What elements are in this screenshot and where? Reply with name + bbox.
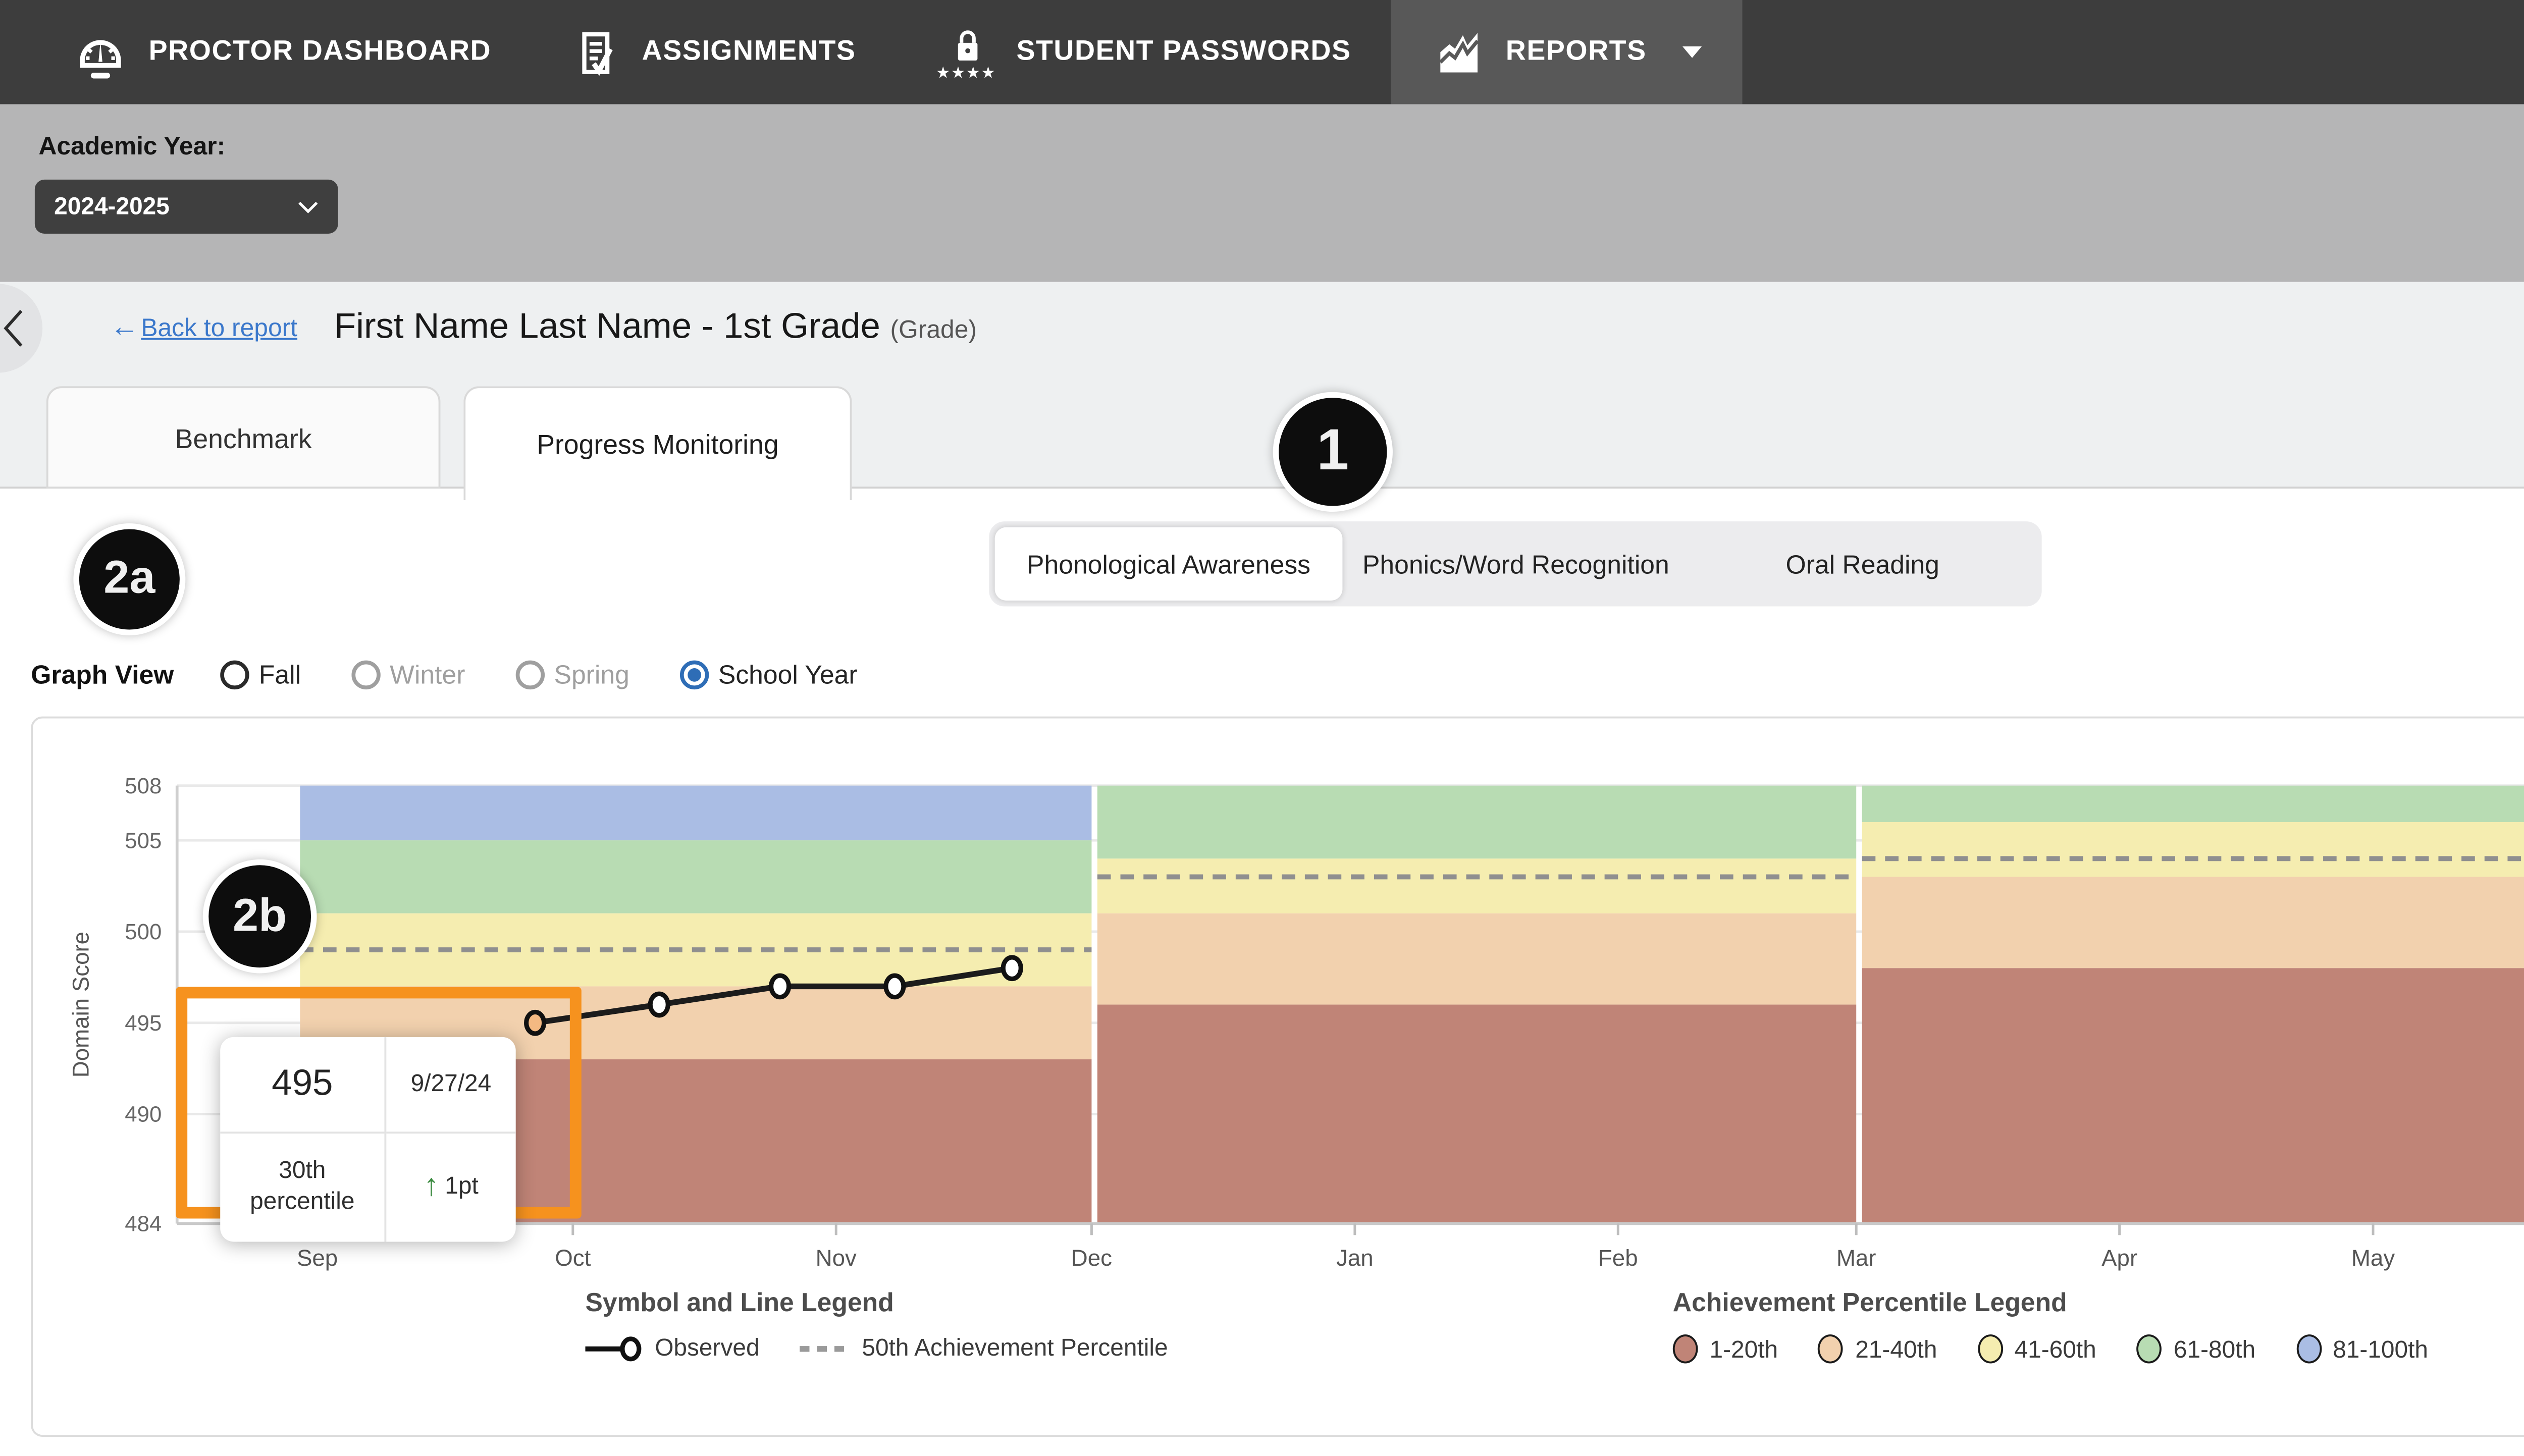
tooltip-change-value: 1pt (445, 1172, 479, 1203)
svg-text:Apr: Apr (2101, 1245, 2137, 1271)
clipboard-check-icon (572, 25, 622, 79)
symbol-line-legend: Symbol and Line Legend Observed 50th Ach… (585, 1288, 1168, 1361)
top-nav: PROCTOR DASHBOARD ASSIGNMENTS (0, 0, 2524, 104)
svg-text:505: 505 (125, 828, 162, 853)
academic-year-select[interactable]: 2024-2025 (35, 180, 338, 234)
nav-label: PROCTOR DASHBOARD (149, 37, 492, 68)
data-point-tooltip: 495 9/27/24 30th percentile ↑1pt (220, 1037, 515, 1242)
radio-circle (515, 660, 544, 688)
dashed-line-icon (800, 1345, 850, 1351)
radio-winter[interactable]: Winter (351, 660, 465, 688)
grade-suffix: (Grade) (890, 315, 977, 344)
svg-text:Oct: Oct (555, 1245, 591, 1271)
svg-text:495: 495 (125, 1011, 162, 1036)
radio-label: Winter (390, 660, 465, 688)
legend-item-observed: Observed (585, 1334, 759, 1362)
percentile-color-swatch (1978, 1334, 2003, 1363)
percentile-legend-item: 1-20th (1673, 1334, 1778, 1363)
app-root: PROCTOR DASHBOARD ASSIGNMENTS (0, 0, 2524, 1456)
area-chart-icon (1432, 25, 1486, 79)
svg-text:Dec: Dec (1071, 1245, 1112, 1271)
graph-view-row: Graph View Fall Winter Spring School Yea… (31, 649, 908, 699)
svg-text:May: May (2351, 1245, 2395, 1271)
academic-year-value: 2024-2025 (54, 193, 170, 221)
percentile-legend-label: 41-60th (2015, 1335, 2096, 1363)
svg-text:Sep: Sep (297, 1245, 338, 1271)
percentile-legend-item: 21-40th (1818, 1334, 1937, 1363)
nav-item-assignments[interactable]: ASSIGNMENTS (532, 0, 897, 104)
gauge-icon (72, 23, 130, 81)
percentile-legend-label: 61-80th (2174, 1335, 2255, 1363)
tab-benchmark[interactable]: Benchmark (46, 386, 441, 489)
graph-view-label: Graph View (31, 660, 174, 688)
radio-circle (220, 660, 249, 688)
tooltip-percentile: 30th percentile (220, 1134, 386, 1242)
chevron-left-icon (2, 309, 25, 348)
percentile-legend-item: 61-80th (2137, 1334, 2255, 1363)
academic-year-label: Academic Year: (39, 131, 226, 160)
percentile-legend-label: 21-40th (1855, 1335, 1937, 1363)
percentile-color-swatch (2296, 1334, 2321, 1363)
domain-subtabs: Phonological Awareness Phonics/Word Reco… (989, 521, 2041, 606)
password-stars: ★★★★ (937, 70, 997, 79)
nav-label: REPORTS (1506, 37, 1647, 68)
lock-icon: ★★★★ (937, 25, 997, 79)
subtab-phonics-word-recognition[interactable]: Phonics/Word Recognition (1342, 527, 1689, 601)
percentile-legend-item: 41-60th (1978, 1334, 2096, 1363)
radio-school-year[interactable]: School Year (679, 660, 857, 688)
svg-text:Nov: Nov (816, 1245, 857, 1271)
percentile-color-swatch (1818, 1334, 1844, 1363)
svg-text:Domain Score: Domain Score (68, 932, 94, 1077)
percentile-color-swatch (2137, 1334, 2162, 1363)
annotation-badge-1: 1 (1273, 392, 1393, 512)
back-arrow-icon: ← (110, 315, 139, 340)
trend-up-icon: ↑ (424, 1168, 439, 1207)
tab-progress-monitoring[interactable]: Progress Monitoring (463, 386, 852, 500)
back-to-report-link[interactable]: ←Back to report (110, 313, 297, 342)
nav-label: ASSIGNMENTS (642, 37, 856, 68)
svg-text:Feb: Feb (1598, 1245, 1638, 1271)
radio-circle (351, 660, 380, 688)
percentile-legend-item: 81-100th (2296, 1334, 2428, 1363)
radio-spring[interactable]: Spring (515, 660, 629, 688)
chart-card: 508 505 500 495 490 484 Sep Oct Nov Dec Jan Feb Mar A… (31, 717, 2524, 1437)
page-title: First Name Last Name - 1st Grade (Grade) (334, 305, 977, 348)
chevron-down-icon (297, 200, 319, 213)
symbol-legend-title: Symbol and Line Legend (585, 1288, 1168, 1317)
annotation-badge-2a: 2a (73, 523, 185, 635)
svg-text:508: 508 (125, 774, 162, 798)
tooltip-score: 495 (220, 1037, 386, 1134)
achievement-percentile-legend: Achievement Percentile Legend 1-20th 21-4… (1673, 1288, 2428, 1363)
nav-item-reports[interactable]: REPORTS (1392, 0, 1743, 104)
percentile-legend-label: 1-20th (1709, 1335, 1778, 1363)
radio-label: School Year (718, 660, 858, 688)
legend-item-50th-percentile: 50th Achievement Percentile (800, 1334, 1168, 1362)
tooltip-date: 9/27/24 (386, 1037, 515, 1134)
svg-text:Mar: Mar (1836, 1245, 1876, 1271)
svg-text:484: 484 (125, 1212, 162, 1236)
nav-item-student-passwords[interactable]: ★★★★ STUDENT PASSWORDS (897, 0, 1392, 104)
back-to-report-label: Back to report (141, 313, 297, 342)
nav-label: STUDENT PASSWORDS (1016, 37, 1351, 68)
percentile-legend-label: 81-100th (2333, 1335, 2428, 1363)
subtab-phonological-awareness[interactable]: Phonological Awareness (995, 527, 1343, 601)
svg-text:Jan: Jan (1336, 1245, 1374, 1271)
radio-circle-checked (679, 660, 708, 688)
svg-text:490: 490 (125, 1102, 162, 1127)
toolbar: Academic Year: 2024-2025 Print (0, 104, 2524, 282)
tooltip-change: ↑1pt (386, 1134, 515, 1242)
subtab-oral-reading[interactable]: Oral Reading (1689, 527, 2036, 601)
student-name-title: First Name Last Name - 1st Grade (334, 305, 880, 346)
radio-label: Fall (259, 660, 301, 688)
radio-fall[interactable]: Fall (220, 660, 301, 688)
annotation-badge-2b: 2b (203, 859, 317, 974)
line-circle-icon (585, 1335, 643, 1361)
percentile-legend-title: Achievement Percentile Legend (1673, 1288, 2428, 1317)
nav-item-proctor-dashboard[interactable]: PROCTOR DASHBOARD (31, 0, 532, 104)
chevron-down-icon (1683, 46, 1702, 68)
svg-text:500: 500 (125, 920, 162, 944)
percentile-color-swatch (1673, 1334, 1698, 1363)
radio-label: Spring (554, 660, 629, 688)
